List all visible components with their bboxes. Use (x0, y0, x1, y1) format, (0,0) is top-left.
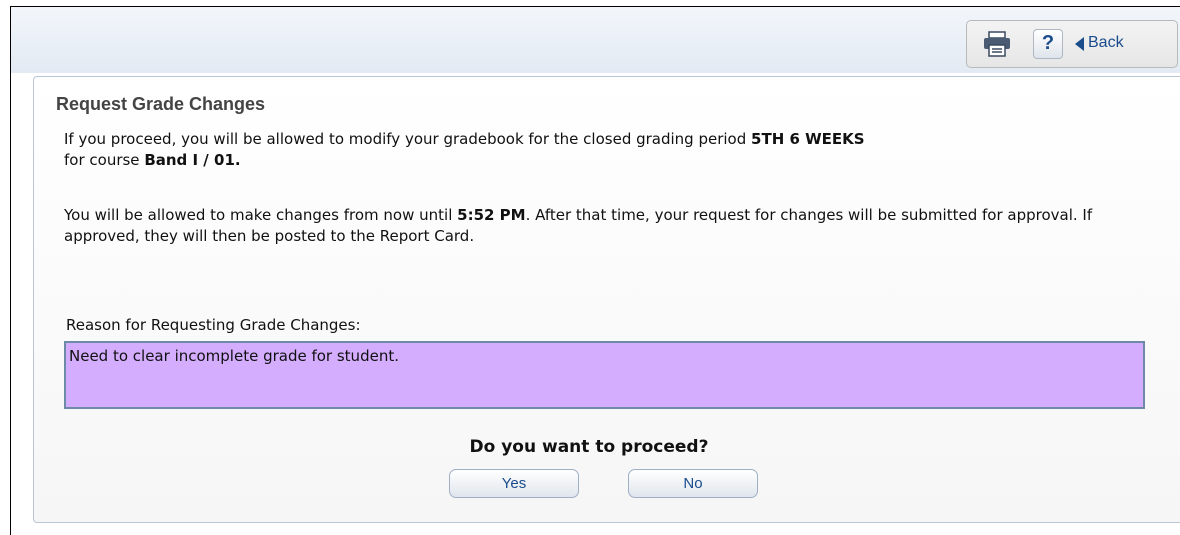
proceed-question: Do you want to proceed? (469, 437, 709, 457)
back-button[interactable]: Back (1067, 29, 1171, 59)
description-text: If you proceed, you will be allowed to m… (64, 130, 752, 148)
toolbar-band: ? Back (11, 7, 1180, 73)
proceed-description: If you proceed, you will be allowed to m… (64, 129, 1154, 171)
course-prefix: for course (64, 151, 145, 169)
help-button[interactable]: ? (1033, 29, 1063, 59)
help-icon: ? (1041, 32, 1055, 54)
printer-icon (979, 31, 1015, 63)
course-name: Band I / 01. (144, 151, 241, 169)
deadline-description: You will be allowed to make changes from… (64, 205, 1154, 247)
reason-textarea[interactable]: Need to clear incomplete grade for stude… (64, 341, 1145, 409)
panel-title: Request Grade Changes (56, 94, 266, 114)
back-label: Back (1088, 34, 1124, 51)
reason-label: Reason for Requesting Grade Changes: (66, 316, 361, 334)
no-button[interactable]: No (628, 469, 758, 498)
back-arrow-icon (1075, 37, 1084, 51)
print-button[interactable] (979, 29, 1015, 59)
grading-period: 5TH 6 WEEKS (751, 130, 865, 148)
deadline-time: 5:52 PM (457, 206, 526, 224)
toolbar-buttons: ? Back (966, 20, 1178, 68)
request-grade-changes-panel: Request Grade Changes If you proceed, yo… (33, 76, 1180, 523)
deadline-prefix: You will be allowed to make changes from… (64, 206, 458, 224)
yes-button[interactable]: Yes (449, 469, 579, 498)
